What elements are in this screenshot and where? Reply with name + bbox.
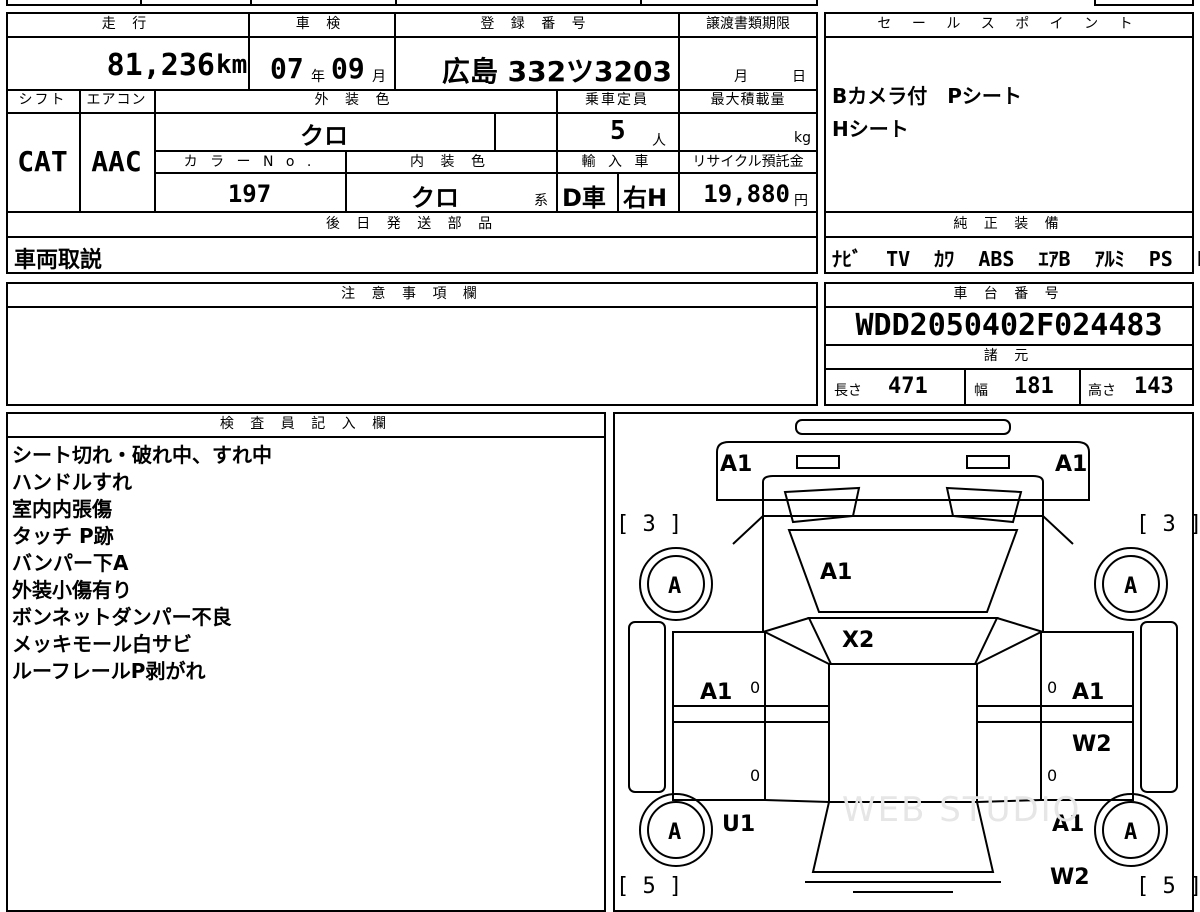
registration-header: 登 録 番 号 [480,16,592,32]
width-value: 181 [1014,374,1054,399]
interior-color-value: クロ [411,184,459,212]
interior-color-header: 内 装 色 [410,154,491,170]
shift-header: シフト [18,92,67,108]
inspector-notes-list: シート切れ・破れ中、すれ中 ハンドルすれ 室内内張傷 タッチ P跡 バンパー下A… [12,442,592,685]
diagram-left-front-door: A1 [700,680,733,705]
width-label: 幅 [974,383,988,399]
capacity-value: 5 [610,116,626,146]
max-load-header: 最大積載量 [710,92,786,108]
sales-point-line-2: Hシート [832,117,909,141]
import-header: 輸 入 車 [581,154,653,170]
color-no-header: カ ラ ー N o . [183,154,316,170]
inspector-note: 外装小傷有り [12,578,132,602]
mileage-value: 81,236 [106,48,215,83]
diagram-watermark: WEB STUDIO [842,790,1082,830]
height-value: 143 [1134,374,1174,399]
color-no-value: 197 [227,180,272,208]
chassis-no-header: 車 台 番 号 [953,286,1065,302]
recycle-header: リサイクル預託金 [692,154,804,170]
diagram-wheel-fl: A [668,574,682,599]
inspector-note: ボンネットダンパー不良 [12,605,232,629]
inspection-month-unit: 月 [372,69,386,85]
aircon-value: AAC [91,145,142,178]
inspector-note: タッチ P跡 [12,524,114,548]
length-value: 471 [888,374,928,399]
inspection-header: 車 検 [295,16,347,32]
height-label: 高さ [1088,383,1116,399]
inspector-note: バンパー下A [12,551,129,575]
top-strip [6,0,818,6]
inspection-year: 07 [270,52,304,85]
diagram-right-rear-bottom: W2 [1050,865,1090,890]
diagram-zero-1: 0 [750,678,761,697]
max-load-unit: kg [794,130,811,146]
diagram-zero-4: 0 [1047,766,1058,785]
interior-color-suffix: 系 [534,193,548,209]
genuine-equipment-header: 純 正 装 備 [953,216,1065,232]
inspector-note: メッキモール白サビ [12,632,192,656]
diagram-wheel-rl: A [668,820,682,845]
import-type-value: D車 [562,184,606,212]
chassis-no-value: WDD2050402F024483 [855,308,1163,343]
diagram-zero-2: 0 [1047,678,1058,697]
transfer-day-unit: 日 [792,69,806,85]
diagram-wheel-rr: A [1124,820,1138,845]
sales-point-line-1: Bカメラ付 Pシート [832,84,1022,108]
diagram-right-rear-door: W2 [1072,732,1112,757]
diagram-left-rear-quarter: U1 [722,812,756,837]
diagram-wheel-fr: A [1124,574,1138,599]
mileage-unit: km [216,50,248,80]
inspector-note: ルーフレールP剥がれ [12,659,206,683]
followup-parts-header: 後 日 発 送 部 品 [325,216,499,232]
genuine-equipment-value: ﾅﾋﾞ TV ｶﾜ ABS ｴｱB ｱﾙﾐ PS PW [832,247,1200,271]
recycle-unit: 円 [794,193,808,209]
exterior-color-header: 外 装 色 [314,92,396,108]
length-label: 長さ [834,383,862,399]
diagram-right-front-door: A1 [1072,680,1105,705]
diagram-tire-front-right: [ 3 ] [1136,512,1200,537]
inspector-note: 室内内張傷 [12,497,112,521]
notes-header: 注 意 事 項 欄 [341,286,483,302]
sales-point-box [824,12,1194,274]
diagram-tire-rear-right: [ 5 ] [1136,874,1200,899]
diagram-zero-3: 0 [750,766,761,785]
capacity-unit: 人 [652,133,666,149]
transfer-deadline-header: 譲渡書類期限 [706,16,790,32]
inspector-notes-header: 検 査 員 記 入 欄 [219,416,393,432]
mileage-header: 走 行 [101,16,153,32]
diagram-hood: A1 [820,560,853,585]
inspector-note: ハンドルすれ [12,470,132,494]
inspector-note: シート切れ・破れ中、すれ中 [12,443,272,467]
inspection-month: 09 [331,52,365,85]
shift-value: CAT [17,145,68,178]
followup-parts-value: 車両取説 [14,248,103,273]
diagram-front-right: A1 [1055,452,1088,477]
diagram-windshield: X2 [842,628,875,653]
capacity-header: 乗車定員 [585,92,649,108]
steering-value: 右H [623,184,668,212]
diagram-tire-front-left: [ 3 ] [616,512,683,537]
transfer-month-unit: 月 [734,69,748,85]
diagram-tire-rear-left: [ 5 ] [616,874,683,899]
recycle-value: 19,880 [703,180,790,208]
inspection-year-unit: 年 [311,69,325,85]
exterior-color-value: クロ [300,122,348,150]
aircon-header: エアコン [86,92,147,108]
sales-point-header: セ ー ル ス ポ イ ン ト [877,16,1141,32]
diagram-front-left: A1 [720,452,753,477]
registration-value: 広島 332ツ3203 [441,55,672,88]
specs-header: 諸 元 [983,348,1035,364]
